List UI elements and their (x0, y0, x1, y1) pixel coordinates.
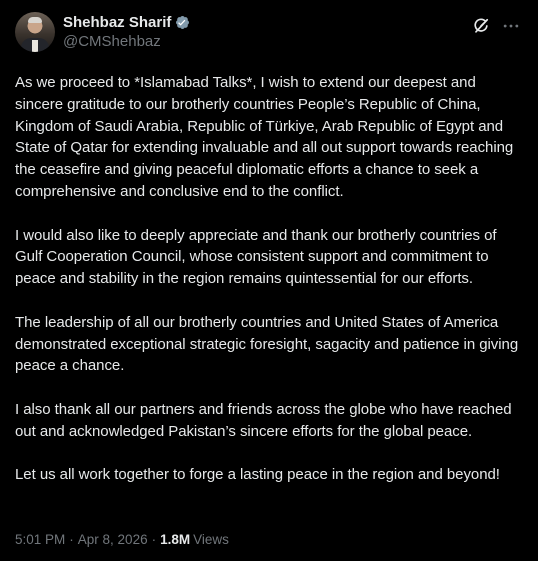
meta-separator: · (69, 532, 74, 547)
avatar[interactable] (15, 12, 55, 52)
tweet-paragraph: As we proceed to *Islamabad Talks*, I wi… (15, 74, 514, 200)
more-options-icon[interactable] (500, 15, 522, 37)
tweet-paragraph: I also thank all our partners and friend… (15, 400, 512, 440)
tweet-metadata: 5:01 PM · Apr 8, 2026 · 1.8M Views (15, 532, 229, 547)
verified-badge-icon[interactable] (174, 14, 191, 31)
tweet-date[interactable]: Apr 8, 2026 (78, 532, 148, 547)
author-handle[interactable]: @CMShehbaz (63, 32, 191, 51)
tweet-text: As we proceed to *Islamabad Talks*, I wi… (15, 72, 522, 486)
tweet-paragraph: The leadership of all our brotherly coun… (15, 313, 519, 375)
grok-icon[interactable] (470, 15, 492, 37)
display-name[interactable]: Shehbaz Sharif (63, 13, 171, 32)
tweet-time[interactable]: 5:01 PM (15, 532, 65, 547)
views-count[interactable]: 1.8M (160, 532, 190, 547)
header-actions (470, 12, 522, 37)
tweet: Shehbaz Sharif @CMShehbaz As we proceed … (0, 0, 538, 561)
avatar-shirt (32, 40, 38, 52)
tweet-paragraph: Let us all work together to forge a last… (15, 466, 500, 484)
tweet-header: Shehbaz Sharif @CMShehbaz (15, 12, 522, 52)
meta-separator: · (151, 532, 157, 547)
author-names: Shehbaz Sharif @CMShehbaz (63, 12, 191, 51)
tweet-paragraph: I would also like to deeply appreciate a… (15, 226, 497, 288)
views-label: Views (193, 532, 229, 547)
display-name-row: Shehbaz Sharif (63, 13, 191, 32)
avatar-hair (28, 17, 42, 23)
